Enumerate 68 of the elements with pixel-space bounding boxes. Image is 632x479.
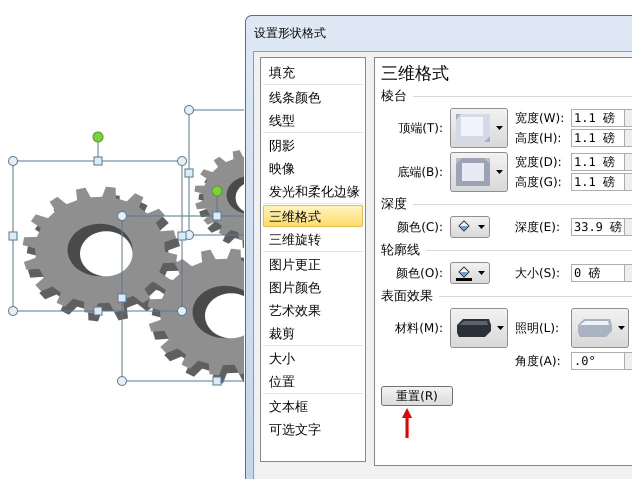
category-item[interactable]: 三维格式	[263, 205, 363, 227]
spinner[interactable]	[625, 264, 632, 282]
caret-icon	[618, 326, 624, 330]
number-field[interactable]: 1.1 磅	[571, 173, 625, 191]
spinner[interactable]	[625, 153, 632, 171]
category-item[interactable]: 发光和柔化边缘	[263, 180, 363, 202]
category-item[interactable]: 阴影	[263, 134, 363, 156]
dialog-title: 设置形状格式	[253, 25, 327, 42]
section-heading: 深度	[381, 196, 407, 213]
material-icon	[454, 317, 490, 339]
spinner[interactable]	[625, 109, 632, 127]
field-label: 材料(M):	[395, 320, 443, 334]
section-heading: 棱台	[381, 88, 407, 105]
lighting-icon	[576, 317, 612, 339]
paint-bucket-icon	[456, 265, 472, 281]
category-item[interactable]: 图片颜色	[263, 276, 363, 298]
reset-button[interactable]: 重置(R)	[381, 386, 453, 406]
caret-icon	[496, 126, 502, 130]
field-label: 深度(E):	[515, 218, 561, 236]
panel-title: 三维格式	[381, 63, 450, 85]
field-label: 高度(H):	[515, 130, 562, 146]
spinner[interactable]	[625, 173, 632, 191]
field-label: 底端(B):	[397, 164, 443, 178]
category-item[interactable]: 位置	[263, 370, 363, 392]
field-label: 颜色(C):	[397, 220, 443, 234]
preset-dropdown[interactable]	[450, 308, 508, 348]
spinner[interactable]	[625, 218, 632, 236]
field-label: 顶端(T):	[398, 120, 443, 134]
caret-icon	[478, 225, 484, 229]
category-item[interactable]: 大小	[263, 347, 363, 369]
field-label: 大小(S):	[515, 264, 562, 282]
category-item[interactable]: 图片更正	[263, 253, 363, 275]
field-label: 高度(G):	[515, 174, 563, 190]
caret-icon	[496, 170, 502, 174]
field-label: 宽度(D):	[515, 154, 563, 170]
field-label: 颜色(O):	[396, 266, 443, 280]
category-item[interactable]: 三维旋转	[263, 228, 363, 250]
caret-icon	[496, 326, 504, 330]
category-item[interactable]: 裁剪	[263, 322, 363, 344]
number-field[interactable]: 0 磅	[571, 264, 625, 282]
bevel-icon	[456, 114, 490, 142]
color-dropdown[interactable]	[450, 262, 490, 284]
selection-frame[interactable]	[117, 186, 244, 386]
number-field[interactable]: 1.1 磅	[571, 109, 625, 127]
annotation-arrow	[402, 408, 412, 438]
caret-icon	[478, 271, 484, 275]
number-field[interactable]: 33.9 磅	[571, 218, 625, 236]
section-heading: 轮廓线	[381, 242, 420, 259]
category-item[interactable]: 映像	[263, 157, 363, 179]
spinner[interactable]	[625, 129, 632, 147]
number-field[interactable]: 1.1 磅	[571, 129, 625, 147]
color-dropdown[interactable]	[450, 216, 490, 238]
selection-frame[interactable]	[8, 132, 187, 316]
bevel-icon	[456, 158, 490, 186]
number-field[interactable]: .0°	[571, 352, 625, 370]
number-field[interactable]: 1.1 磅	[571, 153, 625, 171]
category-item[interactable]: 线型	[263, 109, 363, 131]
category-item[interactable]: 艺术效果	[263, 299, 363, 321]
category-item[interactable]: 文本框	[263, 395, 363, 417]
spinner[interactable]	[625, 352, 632, 370]
selection-frame[interactable]	[184, 105, 244, 240]
section-heading: 表面效果	[381, 288, 433, 305]
field-label: 宽度(W):	[515, 110, 566, 126]
field-label: 照明(L):	[515, 320, 560, 336]
category-item[interactable]: 线条颜色	[263, 86, 363, 108]
category-item[interactable]: 填充	[263, 61, 363, 83]
category-item[interactable]: 可选文字	[263, 418, 363, 440]
field-label: 角度(A):	[515, 352, 562, 370]
